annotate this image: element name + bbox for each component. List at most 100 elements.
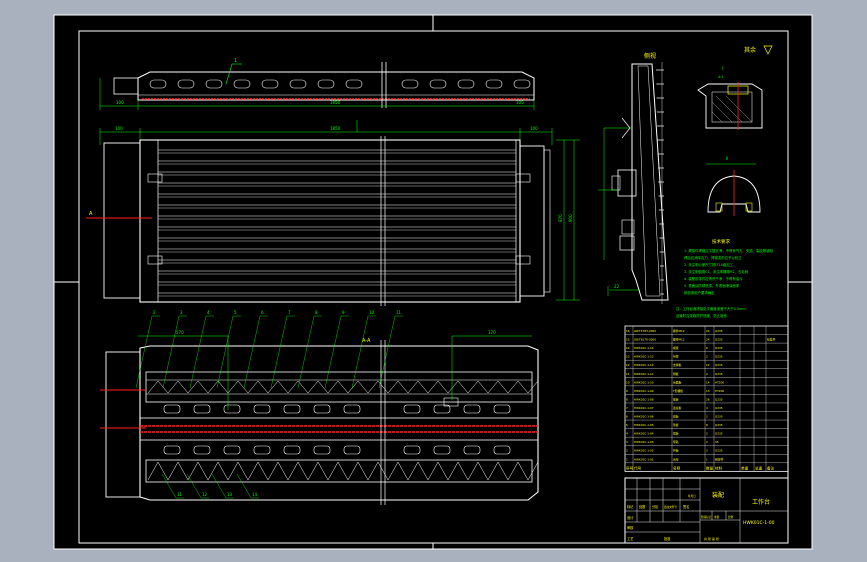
detail-1-scale: 4:1	[718, 75, 724, 79]
drawing-title: 工作台	[752, 498, 770, 506]
bom-cell: 连接板	[673, 406, 682, 410]
bom-cell: Q235	[715, 338, 723, 342]
cad-viewport[interactable]: 1 100 1850 100 100 1850 100 870 900 A A-…	[0, 0, 867, 562]
top-view-callout: 1	[234, 58, 237, 64]
detail-1-label: I	[722, 66, 723, 71]
bom-cell: 1	[706, 457, 708, 461]
bom-cell: 螺栓M12	[673, 329, 685, 333]
surface-finish-label: 其余	[744, 46, 756, 54]
bom-header: 单重	[741, 465, 749, 470]
bom-cell: GB/T6170-2000	[634, 338, 656, 342]
notes-line-4: 3. 未注明倒角C1，未注明圆角R2，去毛刺	[684, 269, 749, 274]
bom-cell: 24	[706, 338, 710, 342]
title-label-1: 处数	[639, 504, 646, 509]
title-label-4: 签名	[683, 504, 689, 509]
notes2-line-1: 注：工作台面拼接处平面度误差不大于0.5mm	[676, 306, 746, 311]
bom-cell: 导轨	[673, 440, 679, 444]
title-label-3: 更改文件号	[664, 505, 677, 509]
bom-cell: 螺母M12	[673, 338, 685, 342]
bom-cell: 筋板	[673, 397, 679, 401]
bom-cell: Q235	[715, 423, 723, 427]
plan-dim-left: 100	[115, 126, 123, 131]
bom-cell: 14	[626, 346, 630, 350]
bom-cell: 26	[706, 397, 710, 401]
plan-height-a: 870	[558, 214, 563, 222]
bom-cell: 8	[626, 397, 628, 401]
bom-cell: HWK01C-1-10	[634, 380, 654, 384]
notes-line-1: 1. 焊接件焊缝应平整光滑，不得有气孔、夹渣、裂纹等缺陷	[684, 248, 774, 253]
bom-cell: 4	[626, 432, 628, 436]
bom-cell: 6	[706, 346, 708, 350]
bom-cell: 底板	[673, 415, 679, 419]
bom-cell: 10	[626, 380, 630, 384]
callout-label: 12	[202, 492, 208, 497]
front-dim-left: 570	[176, 330, 184, 335]
title-label-8: 工艺	[627, 536, 633, 541]
bom-header: 备注	[767, 465, 775, 470]
callout-label: 11	[396, 310, 402, 315]
callout-label: 10	[369, 310, 375, 315]
bom-cell: 组焊件	[715, 457, 724, 461]
plan-height-b: 900	[568, 214, 573, 222]
bom-cell: 台架	[673, 457, 679, 461]
bom-cell: HWK01C-1-06	[634, 415, 654, 419]
bom-cell: 标准件	[767, 338, 776, 342]
bom-cell: 2	[626, 449, 628, 453]
bom-cell: 24	[706, 329, 710, 333]
bom-cell: GB/T5783-2000	[634, 329, 656, 333]
bom-cell: Q235	[715, 363, 723, 367]
bom-cell: HWK01C-1-12	[634, 363, 654, 367]
bom-cell: 护板	[673, 449, 679, 453]
callout-label: 14	[252, 492, 258, 497]
bom-cell: 垫板	[673, 423, 679, 427]
bom-cell: 7	[626, 406, 628, 410]
title-stage-2: 比例	[728, 515, 734, 519]
drawing-number: HWK01C-1-00	[743, 520, 775, 526]
bom-cell: Q235	[715, 397, 723, 401]
bom-cell: HWK01C-1-14	[634, 346, 654, 350]
top-dim-left: 100	[116, 100, 124, 105]
notes-title: 技术要求	[712, 238, 730, 245]
bom-header: 材料	[715, 465, 723, 470]
bom-cell: 支撑板	[673, 363, 682, 367]
notes-line-6: 5. 表面涂防锈底漆，外表面喷涂面漆	[684, 283, 740, 288]
callout-label: 13	[227, 492, 233, 497]
plan-dim-total: 1850	[330, 126, 341, 131]
front-dim-right: 370	[488, 330, 496, 335]
bom-cell: 15	[626, 338, 630, 342]
bom-header: 名称	[673, 465, 681, 470]
bom-cell: HWK01C-1-05	[634, 423, 654, 427]
bom-cell: Q235	[715, 432, 723, 436]
bom-cell: 纵梁	[673, 355, 679, 359]
bom-cell: HWK01C-1-13	[634, 355, 654, 359]
bom-cell: 2	[706, 440, 708, 444]
notes-line-7: 颜色按用户要求确定	[684, 290, 715, 295]
bom-cell: HWK01C-1-08	[634, 397, 654, 401]
title-label-9: 批准	[664, 536, 671, 541]
bom-cell: 12	[706, 363, 710, 367]
top-dim-total: 1850	[330, 100, 341, 105]
bom-cell: Q235	[715, 372, 723, 376]
bom-cell: 12	[626, 363, 630, 367]
bom-cell: 2	[706, 355, 708, 359]
bom-cell: 2	[706, 415, 708, 419]
bom-cell: 16	[626, 329, 630, 333]
bom-cell: 4	[706, 406, 708, 410]
bom-cell: HWK01C-1-01	[634, 457, 654, 461]
bom-cell: HWK01C-1-04	[634, 432, 654, 436]
bom-cell: HT200	[715, 380, 724, 384]
bom-cell: HWK01C-1-11	[634, 372, 654, 376]
bom-cell: Q235	[715, 329, 723, 333]
bom-cell: 1	[626, 457, 628, 461]
bom-cell: Q235	[715, 449, 723, 453]
bom-cell: 横梁	[673, 346, 679, 350]
product-name: 装配	[712, 491, 724, 499]
bom-header: 代号	[634, 465, 642, 470]
bom-cell: 9	[626, 389, 628, 393]
notes-line-3: 2. 未注明公差尺寸按IT14级加工	[684, 262, 734, 267]
title-label-2: 分区	[652, 504, 659, 509]
side-dim-bottom: 22	[614, 284, 620, 289]
bom-cell: Q235	[715, 406, 723, 410]
notes-line-5: 4. 装配前零件应清洗干净，不得有油污	[684, 276, 743, 281]
front-section-label: A-A	[362, 338, 371, 344]
